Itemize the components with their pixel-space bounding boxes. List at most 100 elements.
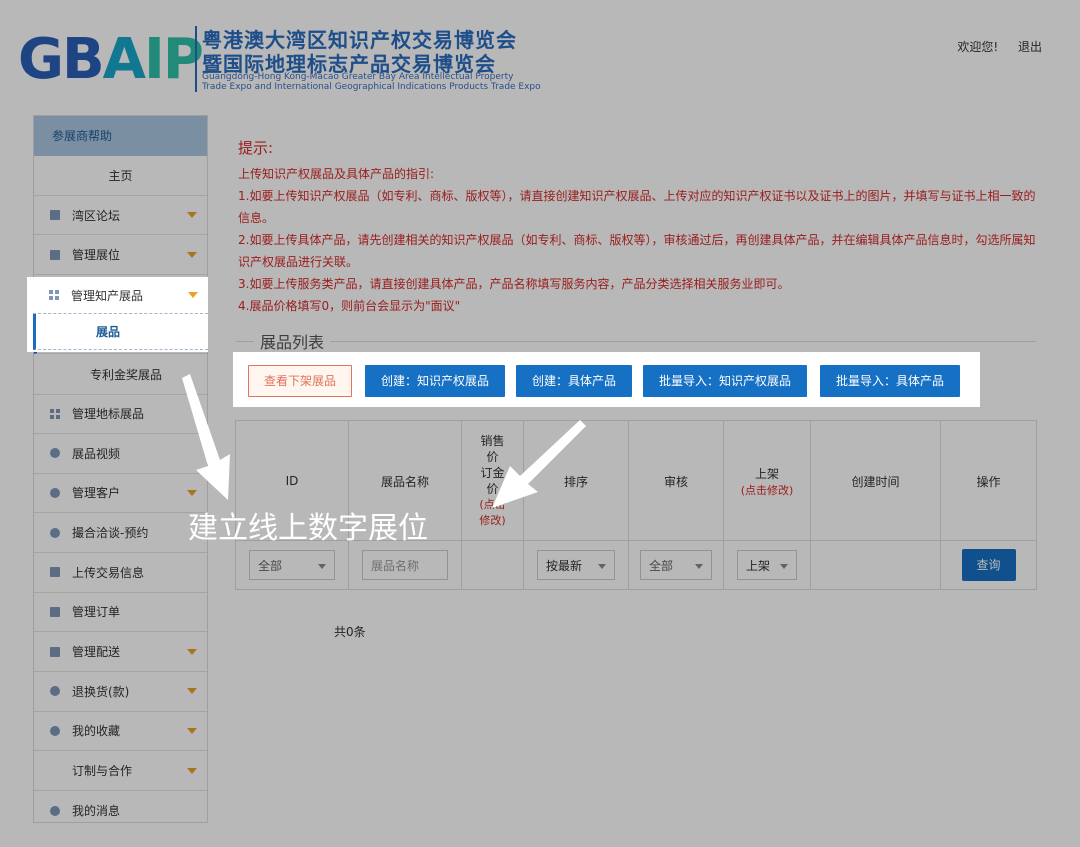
file-icon	[50, 567, 60, 578]
chevron-down-icon	[598, 564, 606, 569]
sidebar: 参展商帮助 主页 湾区论坛 管理展位 管理知产展品 展品 专利金奖展品 管理地标…	[33, 115, 208, 823]
star-icon	[50, 725, 60, 736]
col-shelf-label: 上架	[754, 466, 779, 481]
create-ip-exhibit-button[interactable]: 创建：知识产权展品	[365, 365, 505, 397]
sidebar-item-label: 订制与合作	[72, 764, 133, 779]
sidebar-item-manage-delivery[interactable]: 管理配送	[34, 632, 207, 672]
audit-select[interactable]: 全部	[640, 550, 712, 580]
dot-icon	[50, 805, 60, 816]
chevron-down-icon	[695, 564, 703, 569]
logo-letter-b: B	[61, 27, 105, 92]
name-filter-input[interactable]: 展品名称	[362, 550, 448, 580]
view-offline-exhibits-button[interactable]: 查看下架展品	[248, 365, 352, 397]
filter-cell: 按最新	[524, 541, 629, 589]
id-filter-select[interactable]: 全部	[249, 550, 335, 580]
caret-down-icon	[187, 251, 197, 258]
sidebar-item-label: 退换货(款)	[72, 684, 130, 699]
section-title-text: 展品列表	[254, 329, 331, 353]
sidebar-item-label: 管理地标展品	[72, 407, 145, 422]
dot-icon	[50, 527, 60, 538]
col-created: 创建时间	[811, 421, 941, 541]
annotation-caption: 建立线上数字展位	[188, 511, 428, 546]
sidebar-item-label: 展品视频	[72, 446, 121, 461]
query-button[interactable]: 查询	[961, 549, 1016, 581]
header-links: 欢迎您! 退出	[941, 38, 1042, 55]
col-sort: 排序	[524, 421, 629, 541]
hint-line: 上传知识产权展品及具体产品的指引:	[238, 167, 435, 181]
import-ip-exhibits-button[interactable]: 批量导入：知识产权展品	[643, 365, 807, 397]
hint-line: 4.展品价格填写0，则前台会显示为"面议"	[238, 299, 461, 313]
sidebar-item-returns[interactable]: 退换货(款)	[34, 672, 207, 712]
user-icon	[50, 487, 60, 498]
sidebar-item-label: 管理展位	[72, 248, 121, 263]
sidebar-item-matchmaking[interactable]: 撮合洽谈-预约	[34, 513, 207, 553]
sidebar-item-manage-ip-exhibits-highlight[interactable]: 管理知产展品	[33, 277, 208, 314]
sidebar-item-label: 我的消息	[72, 804, 121, 819]
col-audit: 审核	[629, 421, 724, 541]
sidebar-item-exhibit-video[interactable]: 展品视频	[34, 434, 207, 474]
sidebar-item-patent-award-exhibits[interactable]: 专利金奖展品	[34, 354, 207, 394]
caret-down-icon	[187, 648, 197, 655]
dot-icon	[50, 686, 60, 697]
sidebar-item-label: 展品	[96, 325, 121, 339]
shelf-select[interactable]: 上架	[737, 550, 797, 580]
select-value: 上架	[746, 558, 771, 573]
sidebar-item-favorites[interactable]: 我的收藏	[34, 712, 207, 752]
filter-row: 全部 展品名称 按最新 全部 上架 查询	[236, 541, 1036, 589]
gbaip-logo[interactable]: GBAIP	[18, 27, 204, 92]
hint-line: 3.如要上传服务类产品，请直接创建具体产品，产品名称填写服务内容，产品分类选择相…	[238, 277, 790, 291]
logo-title-en-2: Trade Expo and International Geographica…	[202, 82, 541, 92]
sort-select[interactable]: 按最新	[537, 550, 615, 580]
sidebar-item-manage-orders[interactable]: 管理订单	[34, 593, 207, 633]
caret-down-icon	[187, 489, 197, 496]
heading-rule	[236, 341, 1036, 342]
import-products-button[interactable]: 批量导入：具体产品	[820, 365, 960, 397]
sidebar-item-manage-gi-exhibits[interactable]: 管理地标展品	[34, 394, 207, 434]
col-price-note: 修改)	[479, 514, 506, 527]
col-shelf[interactable]: 上架 (点击修改)	[724, 421, 811, 541]
sidebar-item-label: 湾区论坛	[72, 208, 121, 223]
sidebar-item-custom-cooperation[interactable]: 订制与合作	[34, 751, 207, 791]
sidebar-item-forum[interactable]: 湾区论坛	[34, 196, 207, 236]
logo-title-en-1: Guangdong-Hong Kong-Macao Greater Bay Ar…	[202, 72, 514, 82]
input-placeholder: 展品名称	[371, 558, 420, 573]
col-price[interactable]: 销售 价 订金 价 (点击 修改)	[462, 421, 524, 541]
select-value: 按最新	[546, 558, 583, 573]
logo-letter-g: G	[18, 27, 64, 92]
create-product-button[interactable]: 创建：具体产品	[516, 365, 632, 397]
dot-icon	[50, 448, 60, 459]
col-shelf-note: (点击修改)	[740, 483, 794, 497]
sidebar-item-messages[interactable]: 我的消息	[34, 791, 207, 831]
hint-block: 上传知识产权展品及具体产品的指引: 1.如要上传知识产权展品（如专利、商标、版权…	[238, 163, 1038, 317]
sidebar-item-label: 专利金奖展品	[90, 367, 163, 382]
filter-cell	[462, 541, 524, 589]
sidebar-item-home[interactable]: 主页	[34, 156, 207, 196]
sidebar-item-label: 管理知产展品	[71, 288, 144, 303]
col-price-line: 销售	[480, 434, 505, 448]
page-header: GBAIP 粤港澳大湾区知识产权交易博览会 暨国际地理标志产品交易博览会 Gua…	[0, 0, 1080, 108]
exhibit-list-heading: 展品列表	[236, 329, 1036, 353]
logout-link[interactable]: 退出	[1018, 40, 1042, 54]
sidebar-item-exhibits-highlight[interactable]: 展品	[33, 314, 208, 350]
highlight-button-bar: 查看下架展品 创建：知识产权展品 创建：具体产品 批量导入：知识产权展品 批量导…	[233, 352, 980, 407]
sidebar-title[interactable]: 参展商帮助	[34, 116, 207, 156]
sidebar-item-label: 撮合洽谈-预约	[72, 526, 149, 541]
hint-title: 提示:	[238, 139, 274, 157]
sidebar-item-label: 管理订单	[72, 605, 121, 620]
chevron-down-icon	[780, 564, 788, 569]
welcome-link[interactable]: 欢迎您!	[957, 40, 998, 54]
caret-down-icon	[187, 727, 197, 734]
hint-line: 2.如要上传具体产品，请先创建相关的知识产权展品（如专利、商标、版权等），审核通…	[238, 233, 1036, 269]
sidebar-item-upload-trade-info[interactable]: 上传交易信息	[34, 553, 207, 593]
grid-icon	[50, 408, 60, 419]
sidebar-item-manage-booth[interactable]: 管理展位	[34, 235, 207, 276]
caret-down-icon	[188, 292, 198, 298]
sidebar-item-manage-customers[interactable]: 管理客户	[34, 474, 207, 514]
col-price-line: 价	[486, 482, 499, 496]
logo-divider	[195, 26, 197, 92]
filter-cell: 展品名称	[349, 541, 462, 589]
select-value: 全部	[258, 558, 283, 573]
caret-down-icon	[187, 212, 197, 219]
highlight-sidebar: 管理知产展品 展品	[27, 277, 208, 352]
square-icon	[50, 606, 60, 617]
